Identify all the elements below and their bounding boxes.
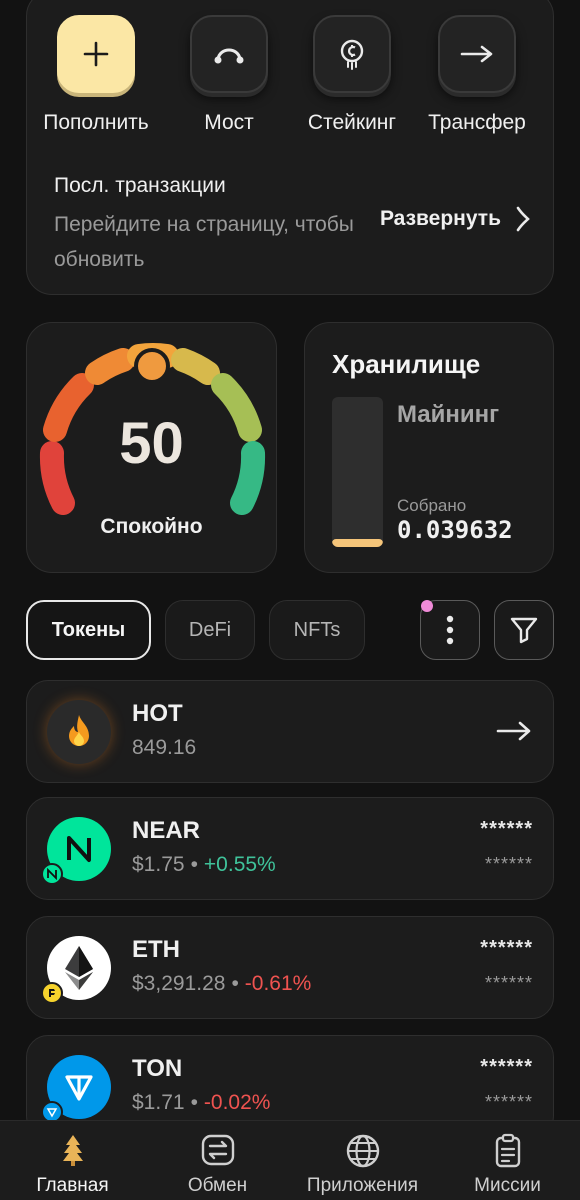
ton-icon (46, 1108, 58, 1118)
nav-label: Приложения (306, 1175, 419, 1196)
transfer-button[interactable] (438, 15, 516, 93)
chain-icon (49, 989, 55, 997)
globe-icon (346, 1134, 379, 1168)
token-change: -0.02% (203, 1091, 271, 1114)
token-price-line: $3,291.28 • -0.61% (132, 972, 312, 995)
eth-chain-badge (41, 982, 63, 1004)
ton-icon (65, 1075, 93, 1101)
storage-title: Хранилище (332, 349, 481, 379)
tree-icon (62, 1135, 83, 1166)
hidden-amount: ****** (484, 973, 533, 993)
expand-button[interactable]: Развернуть (380, 205, 531, 233)
bridge-label: Мост (204, 111, 254, 134)
token-change: -0.61% (244, 972, 312, 995)
bridge-action[interactable]: Мост (174, 15, 284, 135)
transfer-label: Трансфер (428, 111, 526, 134)
token-change: +0.55% (203, 853, 276, 876)
sentiment-label: Спокойно (100, 515, 203, 538)
token-row-hot[interactable]: HOT 849.16 (26, 680, 554, 783)
filter-icon (510, 617, 538, 644)
recent-transactions-title: Посл. транзакции (54, 174, 226, 197)
bottom-navigation: Главная Обмен Приложения Миссии (0, 1120, 580, 1200)
notification-dot (421, 600, 433, 612)
nav-missions[interactable]: Миссии (435, 1121, 580, 1200)
staking-label: Стейкинг (307, 111, 397, 134)
hidden-amount: ****** (484, 854, 533, 874)
storage-progress-fill (332, 539, 383, 547)
token-price: $3,291.28 (132, 972, 226, 995)
hot-logo (47, 700, 111, 764)
tab-tokens[interactable]: Токены (26, 600, 151, 660)
vertical-dots-icon (446, 615, 454, 645)
token-symbol: HOT (132, 700, 183, 727)
nav-swap[interactable]: Обмен (145, 1121, 290, 1200)
token-symbol: NEAR (132, 817, 201, 844)
deposit-label: Пополнить (43, 111, 149, 134)
staking-button[interactable] (313, 15, 391, 93)
actions-card: Пополнить Мост Стейкинг Трансфер Посл. т… (26, 0, 554, 295)
sentiment-value: 50 (119, 411, 184, 476)
hidden-amount: ****** (484, 1092, 533, 1112)
expand-label: Развернуть (379, 207, 501, 230)
wallet-home: Пополнить Мост Стейкинг Трансфер Посл. т… (0, 0, 580, 1200)
nav-home[interactable]: Главная (0, 1121, 145, 1200)
collected-value: 0.039632 (397, 516, 513, 544)
filter-button[interactable] (494, 600, 554, 660)
arrow-right-icon (460, 45, 493, 63)
ethereum-icon (65, 946, 93, 990)
storage-card[interactable]: Хранилище Майнинг Собрано 0.039632 (304, 322, 554, 573)
tab-nfts[interactable]: NFTs (269, 600, 365, 660)
nav-apps[interactable]: Приложения (290, 1121, 435, 1200)
token-price: $1.75 (132, 853, 185, 876)
plus-icon (83, 41, 109, 67)
nav-label: Главная (36, 1175, 109, 1196)
nav-label: Миссии (474, 1175, 541, 1196)
hidden-value: ****** (480, 937, 533, 959)
near-icon (67, 836, 91, 862)
token-row-near[interactable]: NEAR $1.75 • +0.55% ****** ****** (26, 797, 554, 900)
collected-label: Собрано (397, 496, 467, 515)
token-price-line: $1.75 • +0.55% (132, 853, 276, 876)
deposit-button[interactable] (57, 15, 135, 93)
staking-icon (340, 39, 364, 70)
token-row-eth[interactable]: ETH $3,291.28 • -0.61% ****** ****** (26, 916, 554, 1019)
token-price: $1.71 (132, 1091, 185, 1114)
transfer-action[interactable]: Трансфер (422, 15, 532, 135)
near-chain-badge (41, 863, 63, 885)
hidden-value: ****** (480, 1056, 533, 1078)
token-price-line: $1.71 • -0.02% (132, 1091, 271, 1114)
recent-transactions-hint: Перейдите на страницу, чтобы обновить (54, 213, 354, 271)
clipboard-icon (495, 1133, 520, 1168)
mining-label: Майнинг (397, 401, 500, 428)
near-icon (47, 868, 57, 880)
flame-icon (69, 715, 89, 746)
token-symbol: TON (132, 1055, 183, 1082)
deposit-action[interactable]: Пополнить (41, 15, 151, 135)
storage-progress-bar (332, 397, 383, 547)
token-symbol: ETH (132, 936, 180, 963)
nav-label: Обмен (187, 1175, 248, 1196)
token-balance: 849.16 (132, 736, 197, 759)
swap-icon (201, 1134, 234, 1166)
tab-defi[interactable]: DeFi (165, 600, 255, 660)
staking-action[interactable]: Стейкинг (297, 15, 407, 135)
arrow-right-icon[interactable] (495, 719, 533, 743)
hidden-value: ****** (480, 818, 533, 840)
chevron-right-icon (516, 206, 530, 232)
bridge-button[interactable] (190, 15, 268, 93)
bridge-icon (214, 48, 244, 64)
